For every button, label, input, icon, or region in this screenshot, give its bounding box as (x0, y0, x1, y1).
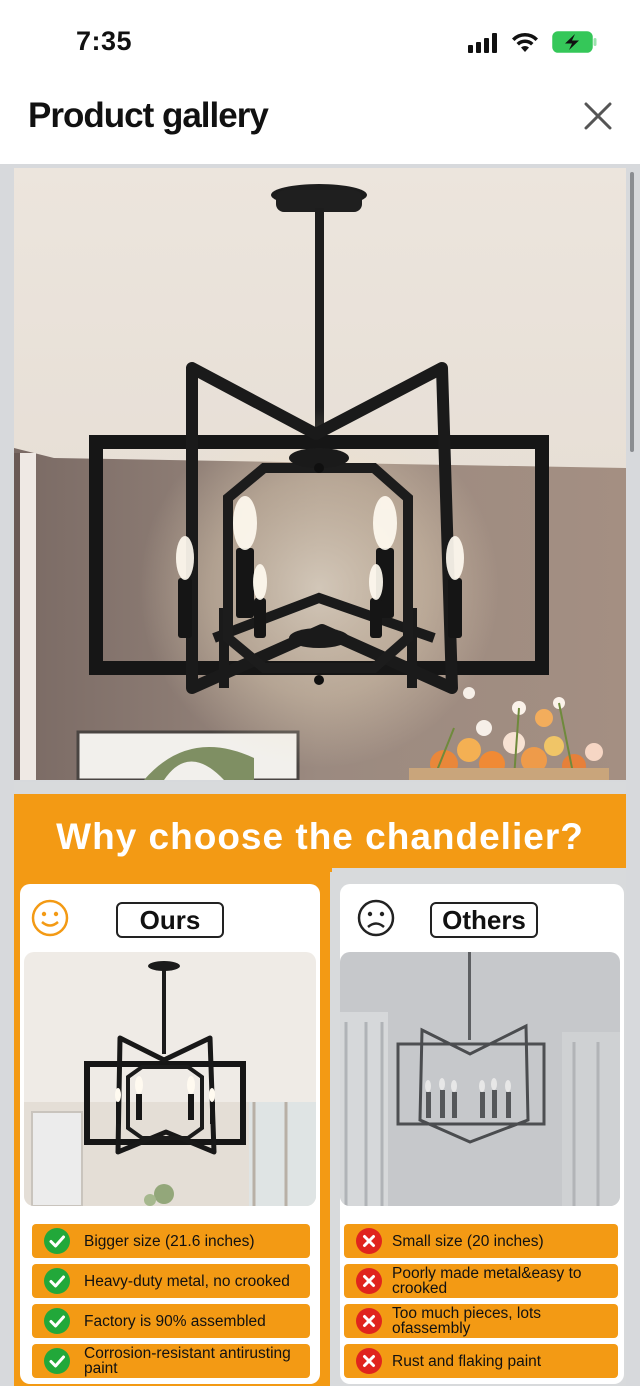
infographic-banner: Why choose the chandelier? (14, 794, 626, 872)
page-title: Product gallery (28, 96, 269, 135)
others-feature-text: Small size (20 inches) (392, 1232, 544, 1250)
chandelier-image (14, 168, 626, 780)
status-time: 7:35 (76, 26, 133, 56)
ours-feature-text: Corrosion-resistant antirusting paint (84, 1345, 291, 1377)
ours-feature-row: Corrosion-resistant antirusting paint (32, 1344, 310, 1378)
product-photo[interactable] (14, 168, 626, 780)
wifi-icon (512, 32, 538, 52)
others-feature-row: Small size (20 inches) (344, 1224, 618, 1258)
check-icon (44, 1308, 70, 1334)
sad-face-icon (357, 899, 395, 937)
cross-icon (356, 1268, 382, 1294)
check-icon (44, 1348, 70, 1374)
others-feature-text: Rust and flaking paint (392, 1352, 542, 1370)
others-feature-row: Poorly made metal&easy to crooked (344, 1264, 618, 1298)
others-panel: Others Small size (20 inches) Poorly mad… (332, 868, 626, 1386)
check-icon (44, 1268, 70, 1294)
others-feature-row: Rust and flaking paint (344, 1344, 618, 1378)
scrollbar[interactable] (630, 172, 634, 452)
infographic-headline: Why choose the chandelier? (56, 816, 584, 857)
cellular-signal-icon (468, 33, 498, 53)
header: Product gallery (0, 86, 640, 164)
close-icon (584, 102, 612, 130)
others-label: Others (430, 902, 538, 938)
comparison-infographic[interactable]: Why choose the chandelier? Ours Bigger s… (14, 782, 626, 1386)
others-card: Others Small size (20 inches) Poorly mad… (340, 884, 624, 1384)
ours-card: Ours Bigger size (21.6 inches) Heavy-dut… (20, 884, 320, 1384)
check-icon (44, 1228, 70, 1254)
ours-feature-text: Bigger size (21.6 inches) (84, 1232, 255, 1250)
ours-label: Ours (116, 902, 224, 938)
ours-feature-text: Factory is 90% assembled (84, 1312, 266, 1330)
ours-feature-text: Heavy-duty metal, no crooked (84, 1272, 290, 1290)
ours-feature-row: Heavy-duty metal, no crooked (32, 1264, 310, 1298)
close-button[interactable] (580, 98, 616, 134)
others-feature-text: Too much pieces, lots ofassembly (392, 1305, 542, 1337)
cross-icon (356, 1348, 382, 1374)
ours-feature-row: Bigger size (21.6 inches) (32, 1224, 310, 1258)
ours-feature-row: Factory is 90% assembled (32, 1304, 310, 1338)
battery-charging-icon (552, 31, 597, 53)
ours-panel: Ours Bigger size (21.6 inches) Heavy-dut… (14, 868, 330, 1386)
others-feature-text: Poorly made metal&easy to crooked (392, 1265, 582, 1297)
cross-icon (356, 1308, 382, 1334)
smiley-face-icon (31, 899, 69, 937)
others-product-thumbnail (340, 952, 620, 1206)
others-feature-row: Too much pieces, lots ofassembly (344, 1304, 618, 1338)
cross-icon (356, 1228, 382, 1254)
ours-product-thumbnail (24, 952, 316, 1206)
status-bar: 7:35 (0, 0, 640, 86)
